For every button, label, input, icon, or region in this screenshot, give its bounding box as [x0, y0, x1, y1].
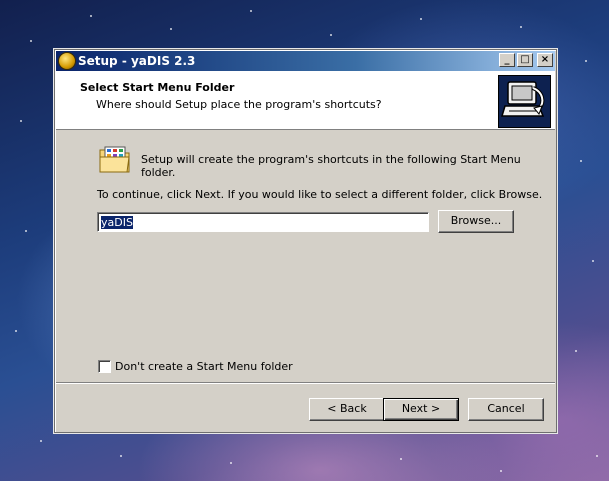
no-folder-checkbox[interactable] [98, 360, 111, 373]
start-menu-folder-icon [98, 144, 132, 174]
footer-divider [56, 382, 555, 384]
minimize-button[interactable]: _ [499, 53, 515, 67]
close-button[interactable]: × [537, 53, 553, 67]
maximize-button[interactable]: □ [517, 53, 533, 67]
page-subtitle: Where should Setup place the program's s… [96, 98, 382, 111]
no-folder-checkbox-label[interactable]: Don't create a Start Menu folder [115, 360, 293, 373]
wizard-header: Select Start Menu Folder Where should Se… [56, 71, 555, 130]
setup-window: Setup - yaDIS 2.3 _ □ × Select Start Men… [54, 49, 557, 433]
setup-app-icon [59, 53, 75, 69]
computer-install-icon [498, 75, 551, 128]
back-button[interactable]: < Back [309, 398, 385, 421]
browse-button[interactable]: Browse... [438, 210, 514, 233]
start-menu-folder-input[interactable]: yaDIS [97, 212, 429, 232]
window-title: Setup - yaDIS 2.3 [78, 54, 196, 68]
instruction-text: To continue, click Next. If you would li… [97, 188, 543, 201]
info-text: Setup will create the program's shortcut… [141, 153, 521, 179]
cancel-button[interactable]: Cancel [468, 398, 544, 421]
folder-input-value: yaDIS [100, 215, 134, 230]
next-button[interactable]: Next > [383, 398, 459, 421]
title-bar[interactable]: Setup - yaDIS 2.3 _ □ × [56, 51, 555, 71]
caption-buttons: _ □ × [499, 53, 553, 67]
page-title: Select Start Menu Folder [80, 81, 235, 94]
